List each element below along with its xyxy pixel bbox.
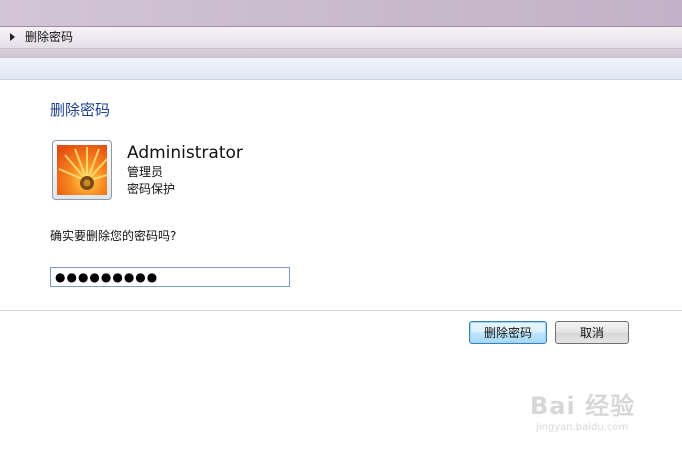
avatar <box>52 140 112 200</box>
user-role: 管理员 <box>127 165 164 179</box>
watermark-brand: Bai 经验 <box>530 392 636 420</box>
confirm-prompt: 确实要删除您的密码吗? <box>50 229 177 243</box>
password-field[interactable] <box>50 267 290 287</box>
flower-avatar-icon <box>57 145 107 195</box>
password-status: 密码保护 <box>127 182 176 196</box>
toolbar-strip <box>0 49 682 58</box>
watermark: Bai 经验 jingyan.baidu.com <box>526 378 656 442</box>
divider <box>0 310 682 311</box>
window-titlebar <box>0 0 682 27</box>
command-bar <box>0 58 682 80</box>
cancel-button[interactable]: 取消 <box>555 321 629 344</box>
user-name: Administrator <box>127 143 243 163</box>
delete-password-button[interactable]: 删除密码 <box>469 321 547 344</box>
breadcrumb[interactable]: 删除密码 <box>25 30 73 44</box>
breadcrumb-arrow-icon[interactable] <box>10 33 15 41</box>
address-bar[interactable] <box>0 27 682 49</box>
page-title: 删除密码 <box>50 101 111 119</box>
watermark-url: jingyan.baidu.com <box>536 422 629 433</box>
